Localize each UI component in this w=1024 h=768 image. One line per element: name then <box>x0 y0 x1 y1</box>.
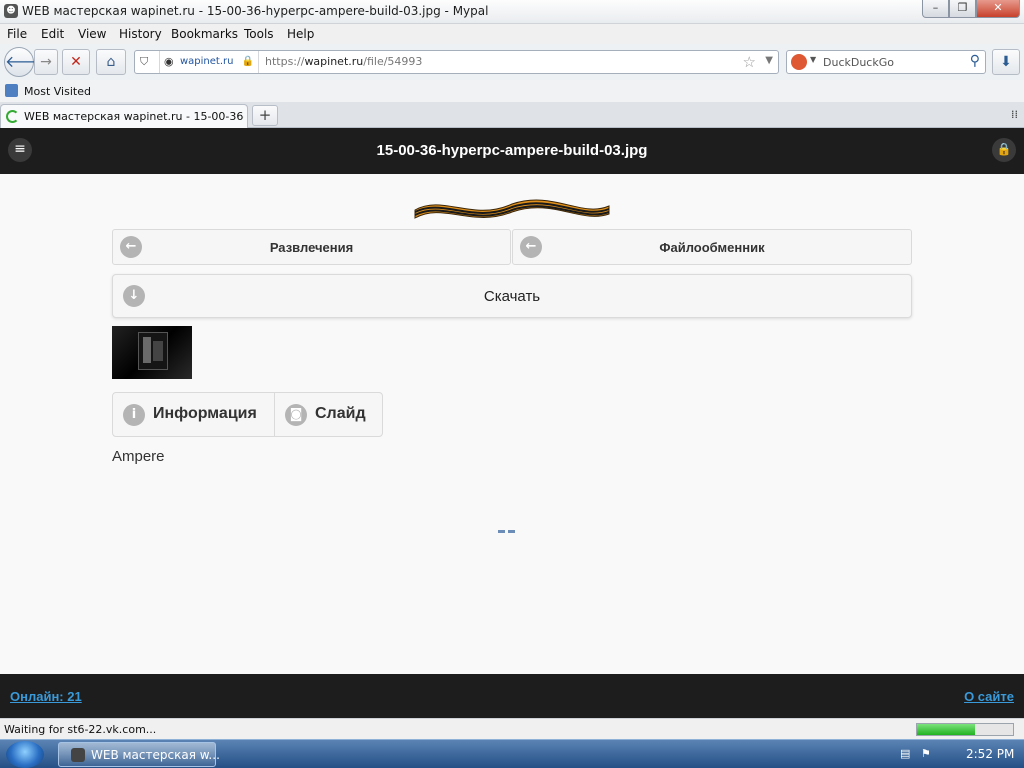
file-description: Ampere <box>112 448 165 465</box>
status-bar: Waiting for st6-22.vk.com... <box>0 718 1024 739</box>
tab-grid-icon[interactable]: ⁞⁞ <box>1011 108 1018 121</box>
view-tabs: i Информация ◙ Слайд <box>112 392 383 437</box>
url-prefix: https:// <box>265 55 305 68</box>
app-icon: ☻ <box>4 4 18 18</box>
menu-view[interactable]: View <box>78 27 106 41</box>
breadcrumb-label: Файлообменник <box>659 240 765 255</box>
tab-label: WEB мастерская wapinet.ru - 15-00-36-h..… <box>24 110 244 123</box>
menu-history[interactable]: History <box>119 27 162 41</box>
page-footer: Онлайн: 21 О сайте <box>0 674 1024 718</box>
menu-help[interactable]: Help <box>287 27 314 41</box>
menu-file[interactable]: File <box>7 27 27 41</box>
progress-fill <box>917 724 975 735</box>
web-page: ≡ 15-00-36-hyperpc-ampere-build-03.jpg 🔒… <box>0 128 1024 718</box>
url-dropdown-icon[interactable]: ▼ <box>765 55 773 66</box>
about-site-link[interactable]: О сайте <box>964 689 1014 704</box>
url-path: /file/54993 <box>363 55 423 68</box>
download-label: Скачать <box>483 288 541 305</box>
lock-icon: 🔒 <box>241 56 254 67</box>
site-identity[interactable]: ◉ wapinet.ru 🔒 <box>159 51 259 73</box>
shield-icon[interactable]: ⛉ <box>140 55 148 69</box>
new-tab-button[interactable]: + <box>252 105 278 126</box>
image-thumbnail[interactable] <box>112 326 192 379</box>
site-identity-label: wapinet.ru <box>180 56 234 67</box>
page-header: ≡ 15-00-36-hyperpc-ampere-build-03.jpg 🔒 <box>0 128 1024 174</box>
page-title: 15-00-36-hyperpc-ampere-build-03.jpg <box>376 142 648 159</box>
loader-dot <box>508 530 515 533</box>
tab-strip: WEB мастерская wapinet.ru - 15-00-36-h..… <box>0 102 1024 128</box>
pc-case-image <box>138 332 168 370</box>
breadcrumb-label: Развлечения <box>269 240 354 255</box>
tab-slide-label: Слайд <box>315 405 366 422</box>
breadcrumb-entertainment[interactable]: ← Развлечения <box>112 229 511 265</box>
tab-information-label: Информация <box>153 405 257 422</box>
bookmarks-toolbar: Most Visited <box>0 80 1024 102</box>
bookmark-star-icon[interactable]: ☆ <box>743 53 756 71</box>
url-text[interactable]: https://wapinet.ru/file/54993 <box>265 55 422 68</box>
status-text: Waiting for st6-22.vk.com... <box>4 723 157 736</box>
url-host: wapinet.ru <box>304 55 364 68</box>
maximize-button[interactable]: ❐ <box>949 0 976 18</box>
tray-icons[interactable]: ▤ ⚑ <box>900 747 931 760</box>
duckduckgo-icon[interactable] <box>791 54 807 70</box>
window-title-bar: ☻ WEB мастерская wapinet.ru - 15-00-36-h… <box>0 0 1024 24</box>
breadcrumb-file-exchange[interactable]: ← Файлообменник <box>512 229 912 265</box>
menu-bar: File Edit View History Bookmarks Tools H… <box>0 24 1024 44</box>
page-load-progress <box>916 723 1014 736</box>
clock[interactable]: 2:52 PM <box>966 747 1014 761</box>
tab-active[interactable]: WEB мастерская wapinet.ru - 15-00-36-h..… <box>0 104 248 128</box>
taskbar-app-label: WEB мастерская w... <box>91 748 220 762</box>
downloads-button[interactable]: ⬇ <box>992 49 1020 75</box>
taskbar: WEB мастерская w... ▤ ⚑ 2:52 PM <box>0 739 1024 768</box>
loading-spinner-icon <box>6 110 19 123</box>
forward-button[interactable]: → <box>34 49 58 75</box>
navigation-toolbar: 🡐 → ✕ ⌂ ⛉ ◉ wapinet.ru 🔒 https://wapinet… <box>0 44 1024 80</box>
menu-edit[interactable]: Edit <box>41 27 64 41</box>
site-favicon-icon: ◉ <box>164 55 174 68</box>
online-count-link[interactable]: Онлайн: 21 <box>10 689 82 704</box>
minimize-button[interactable]: – <box>922 0 949 18</box>
lock-icon[interactable]: 🔒 <box>992 138 1016 162</box>
loader-dot <box>498 530 505 533</box>
search-bar[interactable]: ▼ DuckDuckGo ⚲ <box>786 50 986 74</box>
window-controls: – ❐ ✕ <box>922 0 1020 18</box>
menu-tools[interactable]: Tools <box>244 27 274 41</box>
url-bar[interactable]: ⛉ ◉ wapinet.ru 🔒 https://wapinet.ru/file… <box>134 50 779 74</box>
tab-slide[interactable]: ◙ Слайд <box>275 393 382 436</box>
info-icon: i <box>123 404 145 426</box>
search-placeholder: DuckDuckGo <box>823 56 894 69</box>
search-icon[interactable]: ⚲ <box>970 53 980 69</box>
stop-button[interactable]: ✕ <box>62 49 90 75</box>
camera-icon: ◙ <box>285 404 307 426</box>
tab-information[interactable]: i Информация <box>113 393 275 436</box>
back-button[interactable]: 🡐 <box>4 47 48 77</box>
close-button[interactable]: ✕ <box>976 0 1020 18</box>
download-button[interactable]: ↓ Скачать <box>112 274 912 318</box>
app-icon <box>71 748 85 762</box>
start-button[interactable] <box>6 741 44 768</box>
window-title: WEB мастерская wapinet.ru - 15-00-36-hyp… <box>22 4 489 18</box>
loading-indicator <box>498 530 516 533</box>
home-button[interactable]: ⌂ <box>96 49 126 75</box>
st-george-ribbon-logo <box>414 199 610 219</box>
bookmark-most-visited[interactable]: Most Visited <box>24 85 91 98</box>
search-engine-dropdown-icon[interactable]: ▼ <box>810 55 816 64</box>
taskbar-app-button[interactable]: WEB мастерская w... <box>58 742 220 767</box>
bookmark-folder-icon <box>5 84 18 97</box>
menu-bookmarks[interactable]: Bookmarks <box>171 27 238 41</box>
